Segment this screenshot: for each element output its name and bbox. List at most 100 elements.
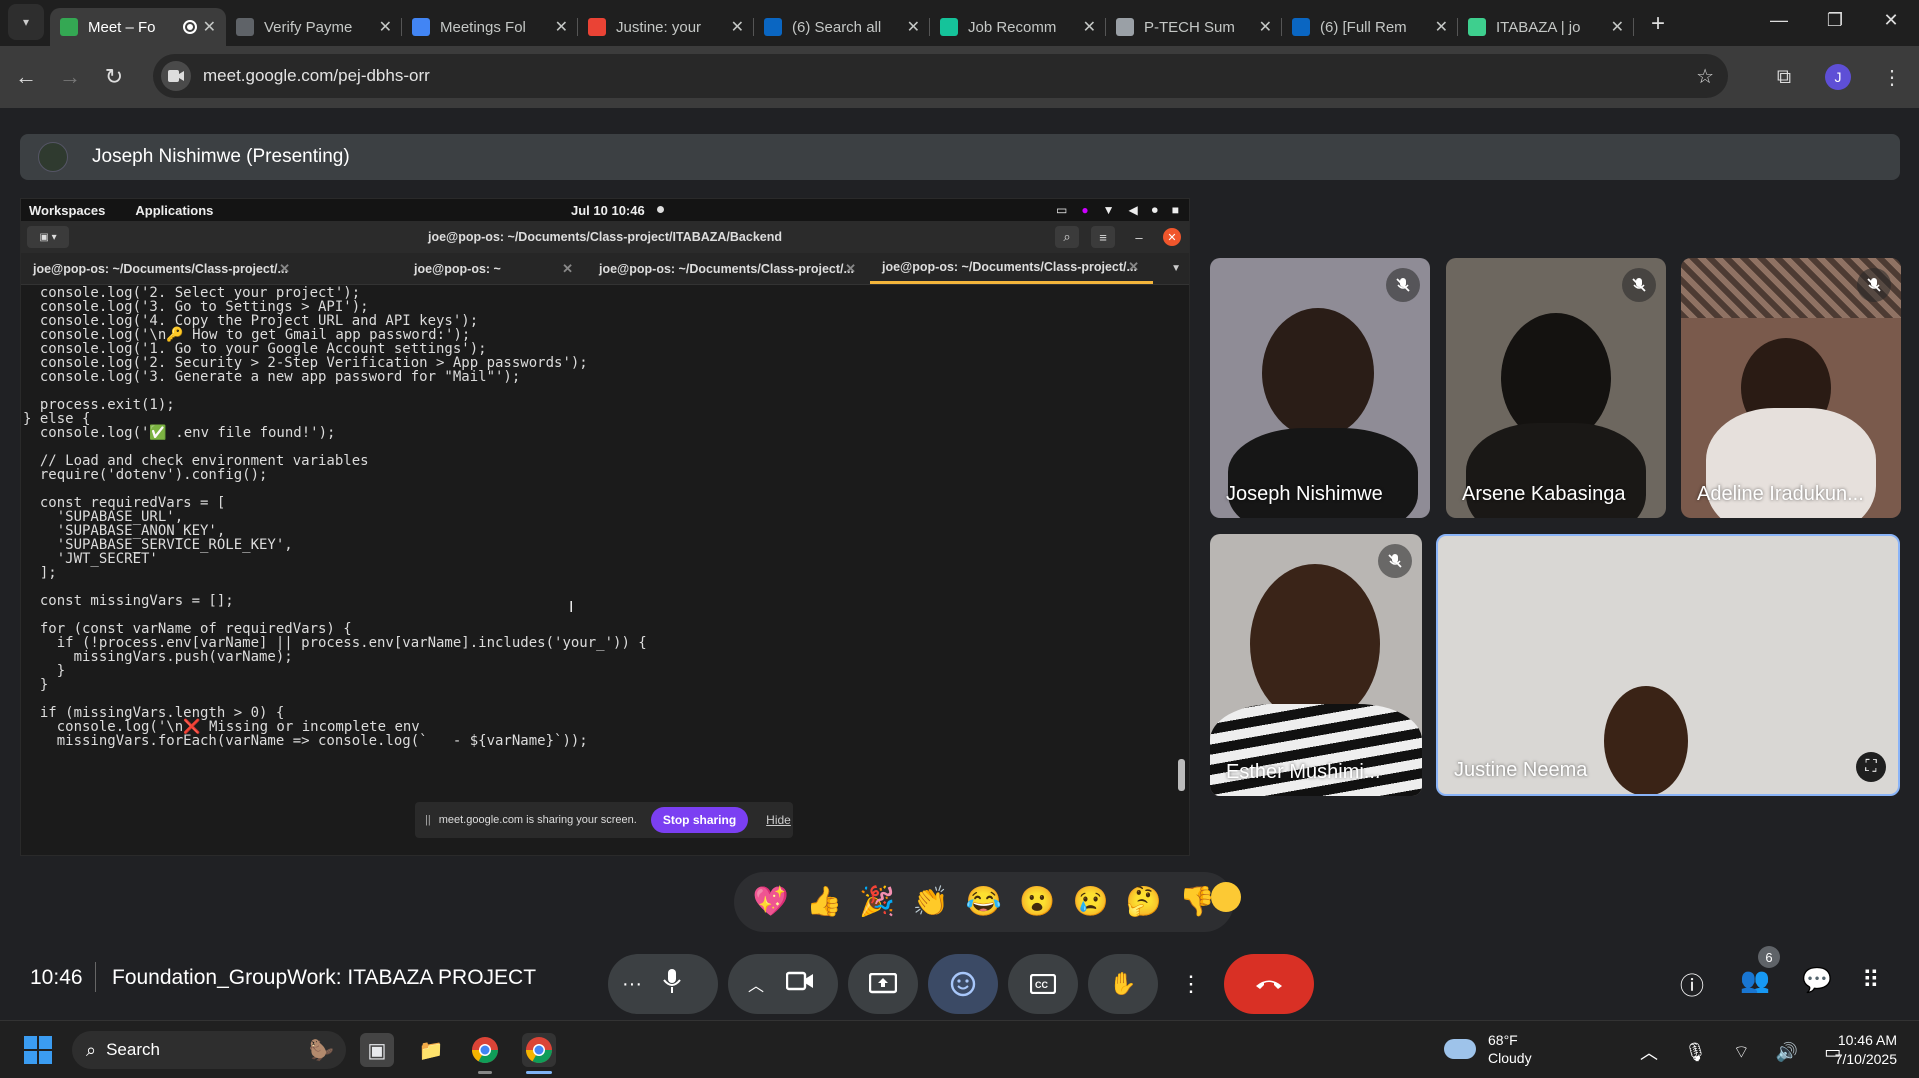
network-icon xyxy=(1116,18,1134,36)
reaction-emoji-button[interactable]: 👏 xyxy=(913,885,949,919)
reaction-emoji-button[interactable]: 🎉 xyxy=(859,885,895,919)
video-options-button[interactable]: ︿ xyxy=(748,972,764,996)
close-tab-icon[interactable]: ✕ xyxy=(1083,17,1096,37)
camera-button[interactable] xyxy=(785,971,814,997)
close-tab-icon[interactable]: ✕ xyxy=(1611,17,1624,37)
close-tab-icon[interactable]: ✕ xyxy=(1259,17,1272,37)
reaction-emoji-button[interactable]: 👎 xyxy=(1179,885,1215,919)
tab-search-button[interactable]: ▾ xyxy=(8,4,44,40)
code-line: console.log('\n🔑 How to get Gmail app pa… xyxy=(23,327,471,343)
weather-desc: Cloudy xyxy=(1488,1050,1532,1066)
wifi-icon: ▼ xyxy=(1102,202,1115,217)
participant-name: Justine Neema xyxy=(1454,759,1588,781)
restore-icon[interactable]: ❐ xyxy=(1807,0,1863,40)
close-tab-icon[interactable]: ✕ xyxy=(731,17,744,37)
chrome-profile-icon[interactable] xyxy=(522,1033,556,1067)
raise-hand-button[interactable]: ✋ xyxy=(1088,954,1158,1014)
sharing-notice-text: meet.google.com is sharing your screen. xyxy=(438,814,637,826)
new-tab-button[interactable]: + xyxy=(1642,8,1674,40)
site-info-icon[interactable] xyxy=(161,61,191,91)
reaction-emoji-button[interactable]: 👍 xyxy=(806,885,842,919)
reload-button[interactable]: ↻ xyxy=(96,59,132,95)
microphone-button[interactable] xyxy=(662,968,682,1000)
wifi-tray-icon[interactable]: ⌔ xyxy=(1733,1041,1750,1064)
window-controls: — ❐ ✕ xyxy=(1751,0,1919,40)
close-tab-icon[interactable]: ✕ xyxy=(555,17,568,37)
emoji-reactions-button[interactable] xyxy=(928,954,998,1014)
lock-icon: ■ xyxy=(1171,202,1179,217)
participant-video xyxy=(1262,308,1374,438)
browser-tab[interactable]: (6) Search all ✕ xyxy=(754,8,930,46)
hide-button: Hide xyxy=(766,813,791,827)
reaction-emoji-button[interactable]: 😂 xyxy=(966,885,1002,919)
task-view-icon[interactable]: ▣ xyxy=(360,1033,394,1067)
terminal-minimize-icon: – xyxy=(1135,229,1143,245)
reaction-emoji-button[interactable]: 😢 xyxy=(1073,885,1109,919)
participant-tile[interactable]: Joseph Nishimwe xyxy=(1210,258,1430,518)
weather-widget[interactable]: 68°F Cloudy xyxy=(1444,1031,1532,1067)
browser-tab[interactable]: Job Recomm ✕ xyxy=(930,8,1106,46)
participant-tile[interactable]: Justine Neema ⛶ xyxy=(1436,534,1900,796)
file-explorer-icon[interactable]: 📁 xyxy=(414,1033,448,1067)
code-line: const missingVars = []; xyxy=(23,593,234,609)
taskbar-clock[interactable]: 10:46 AM 7/10/2025 xyxy=(1835,1031,1897,1069)
frame-crop-icon[interactable]: ⛶ xyxy=(1856,752,1886,782)
chevron-up-icon[interactable]: ︿ xyxy=(1640,1039,1658,1065)
close-window-icon[interactable]: ✕ xyxy=(1863,0,1919,40)
activities-icon[interactable]: ⠿ xyxy=(1862,966,1880,995)
present-screen-button[interactable] xyxy=(848,954,918,1014)
meeting-details-icon[interactable]: ⓘ xyxy=(1680,966,1704,1001)
audio-options-button[interactable]: ··· xyxy=(622,973,642,996)
terminal-close-icon: ✕ xyxy=(1163,228,1181,246)
browser-tab[interactable]: Meetings Fol ✕ xyxy=(402,8,578,46)
captions-button[interactable]: CC xyxy=(1008,954,1078,1014)
more-options-button[interactable]: ⋮ xyxy=(1168,954,1214,1014)
presenter-avatar xyxy=(38,142,68,172)
code-line: 'JWT_SECRET' xyxy=(23,551,158,567)
volume-tray-icon[interactable]: 🔊 xyxy=(1776,1042,1798,1063)
reaction-emoji-button[interactable]: 💖 xyxy=(753,885,789,919)
leave-call-button[interactable] xyxy=(1224,954,1314,1014)
clock-date: 7/10/2025 xyxy=(1834,1051,1897,1067)
browser-tab[interactable]: Meet – Fo ✕ xyxy=(50,8,226,46)
profile-avatar[interactable]: J xyxy=(1825,64,1851,90)
close-tab-icon[interactable]: ✕ xyxy=(203,17,216,37)
participant-tile[interactable]: Arsene Kabasinga xyxy=(1446,258,1666,518)
windows-start-icon[interactable] xyxy=(24,1036,52,1064)
close-tab-icon[interactable]: ✕ xyxy=(379,17,392,37)
browser-tab-strip: ▾ Meet – Fo ✕ Verify Payme ✕ Meetings Fol ✕ Ju… xyxy=(0,0,1919,46)
code-line: } xyxy=(23,677,49,693)
bookmark-star-icon[interactable]: ☆ xyxy=(1696,64,1714,89)
skin-tone-selector[interactable] xyxy=(1211,882,1241,912)
linkedin-icon xyxy=(764,18,782,36)
extensions-icon[interactable]: ⧉ xyxy=(1757,66,1811,89)
back-button[interactable]: ← xyxy=(8,59,44,95)
browser-tab[interactable]: ITABAZA | jo ✕ xyxy=(1458,8,1634,46)
code-line: 'SUPABASE_URL', xyxy=(23,509,184,525)
forward-button[interactable]: → xyxy=(52,59,88,95)
terminal-tab: joe@pop-os: ~/Documents/Class-project/..… xyxy=(21,253,304,284)
address-bar[interactable]: meet.google.com/pej-dbhs-orr ☆ xyxy=(153,54,1728,98)
browser-tab[interactable]: Justine: your ✕ xyxy=(578,8,754,46)
close-tab-icon[interactable]: ✕ xyxy=(907,17,920,37)
reaction-emoji-button[interactable]: 😮 xyxy=(1019,885,1055,919)
volume-icon: ◀ xyxy=(1128,202,1138,217)
browser-tab[interactable]: (6) [Full Rem ✕ xyxy=(1282,8,1458,46)
browser-tab[interactable]: P-TECH Sum ✕ xyxy=(1106,8,1282,46)
search-icon: ⌕ xyxy=(86,1039,97,1060)
taskbar-search[interactable]: ⌕ Search 🦫 xyxy=(72,1031,346,1069)
chrome-icon[interactable] xyxy=(468,1033,502,1067)
menu-kebab-icon[interactable]: ⋮ xyxy=(1865,65,1919,90)
chat-icon[interactable]: 💬 xyxy=(1802,966,1832,995)
close-tab-icon[interactable]: ✕ xyxy=(1435,17,1448,37)
minimize-icon[interactable]: — xyxy=(1751,0,1807,40)
terminal-title: joe@pop-os: ~/Documents/Class-project/IT… xyxy=(427,230,783,244)
participant-tile[interactable]: Esther Mushimi... xyxy=(1210,534,1422,796)
people-icon[interactable]: 👥 xyxy=(1740,966,1770,995)
reaction-emoji-button[interactable]: 🤔 xyxy=(1126,885,1162,919)
microphone-tray-icon[interactable]: 🎙 xyxy=(1684,1042,1707,1063)
browser-tab[interactable]: Verify Payme ✕ xyxy=(226,8,402,46)
participant-tile[interactable]: Adeline Iradukun... xyxy=(1681,258,1901,518)
